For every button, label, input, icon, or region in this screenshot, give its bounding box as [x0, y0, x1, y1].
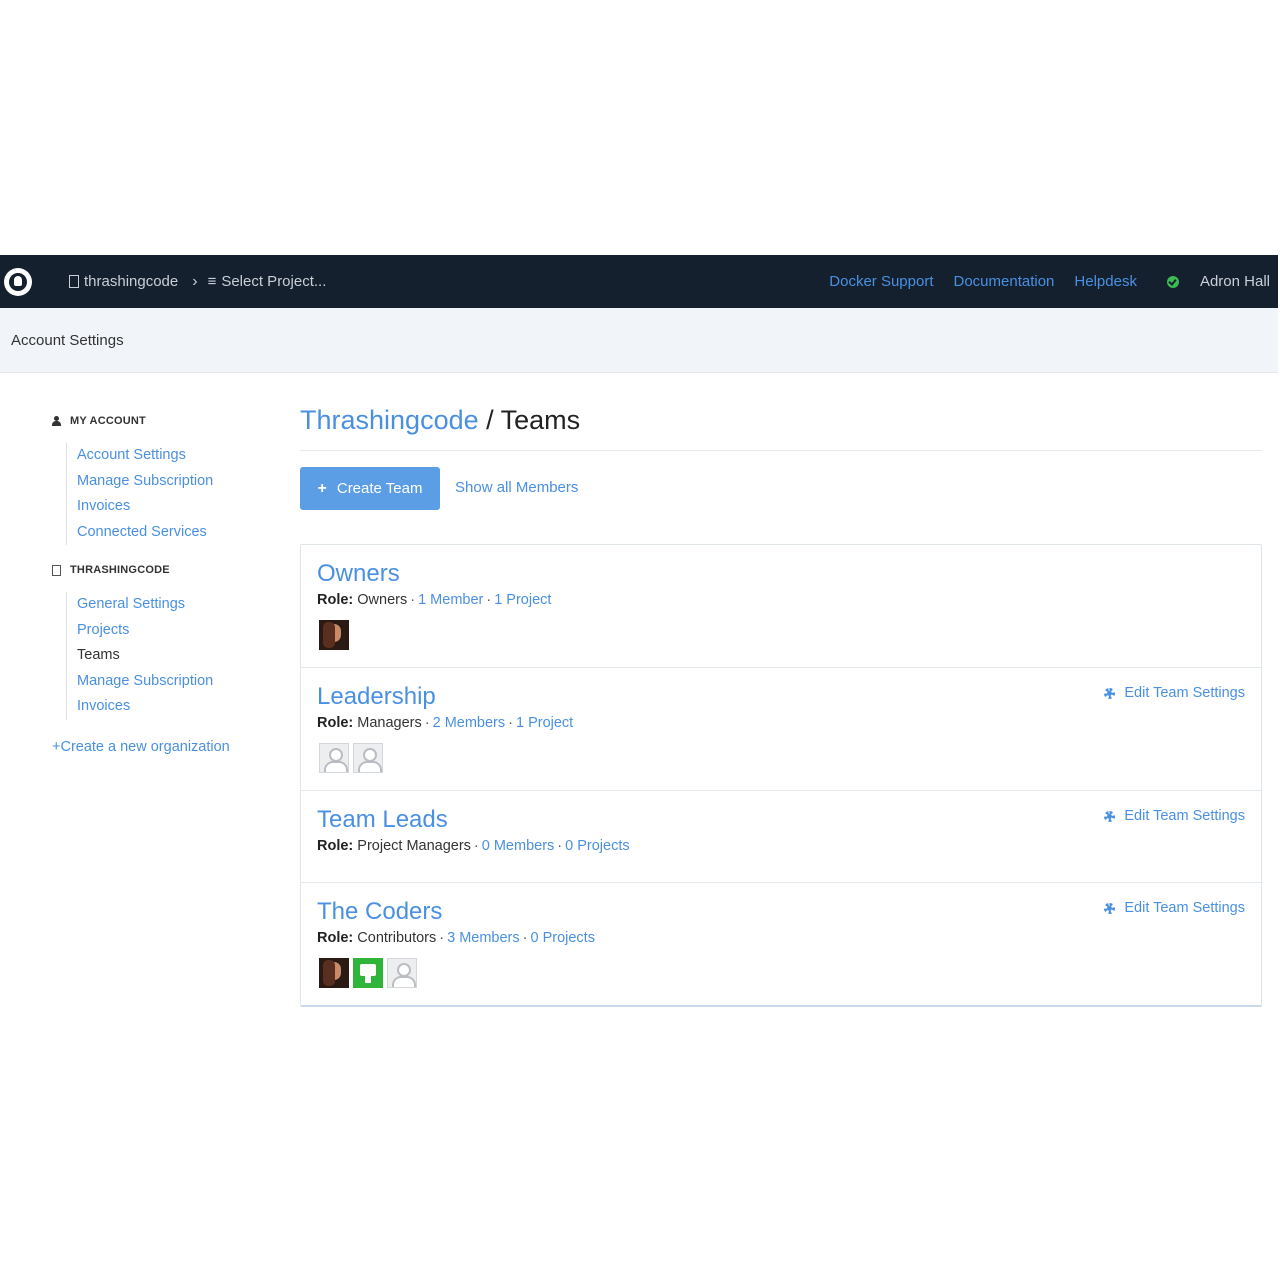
gear-icon	[1104, 687, 1116, 699]
projects-link[interactable]: 1 Project	[494, 592, 551, 608]
status-ok-icon	[1166, 275, 1179, 288]
building-icon	[69, 275, 79, 288]
documentation-link[interactable]: Documentation	[954, 273, 1055, 290]
sidebar-item-projects[interactable]: Projects	[77, 618, 213, 644]
project-selector[interactable]: ≡ Select Project...	[208, 273, 327, 290]
avatar[interactable]	[319, 743, 349, 773]
members-link[interactable]: 1 Member	[418, 592, 483, 608]
organization-heading: THRASHINGCODE	[52, 564, 170, 576]
team-name-link[interactable]: The Coders	[317, 898, 442, 926]
edit-team-settings-label: Edit Team Settings	[1124, 808, 1245, 824]
user-icon	[52, 416, 61, 426]
role-value: Managers	[357, 715, 422, 731]
sidebar-item-teams[interactable]: Teams	[77, 643, 213, 669]
org-breadcrumb[interactable]: thrashingcode	[69, 273, 178, 290]
team-role-line: Role: Managers · 2 Members · 1 Project	[317, 715, 573, 731]
team-name-link[interactable]: Leadership	[317, 683, 436, 711]
top-navbar: thrashingcode › ≡ Select Project... Dock…	[0, 255, 1278, 308]
projects-link[interactable]: 0 Projects	[565, 838, 629, 854]
page-title-section: / Teams	[478, 405, 581, 435]
team-name-link[interactable]: Team Leads	[317, 806, 448, 834]
separator-dot: ·	[473, 838, 479, 854]
sidebar-item-manage-subscription[interactable]: Manage Subscription	[77, 469, 213, 495]
separator-dot: ·	[410, 592, 416, 608]
team-card-team-leads: Team Leads Edit Team Settings Role: Proj…	[301, 791, 1261, 883]
page-subheader: Account Settings	[0, 308, 1278, 373]
app-logo-icon[interactable]	[4, 267, 32, 296]
avatar[interactable]	[319, 620, 349, 650]
role-value: Project Managers	[357, 838, 471, 854]
member-avatars	[319, 958, 421, 988]
docker-support-link[interactable]: Docker Support	[829, 273, 933, 290]
team-name-link[interactable]: Owners	[317, 560, 400, 588]
edit-team-settings-link[interactable]: Edit Team Settings	[1104, 900, 1245, 916]
team-card-leadership: Leadership Edit Team Settings Role: Mana…	[301, 668, 1261, 791]
separator-dot: ·	[508, 715, 513, 731]
team-card-the-coders: The Coders Edit Team Settings Role: Cont…	[301, 883, 1261, 1005]
create-team-button[interactable]: + Create Team	[300, 467, 440, 510]
edit-team-settings-link[interactable]: Edit Team Settings	[1104, 685, 1245, 701]
members-link[interactable]: 3 Members	[447, 930, 520, 946]
team-role-line: Role: Owners · 1 Member · 1 Project	[317, 592, 551, 608]
separator-dot: ·	[424, 715, 430, 731]
edit-team-settings-label: Edit Team Settings	[1124, 900, 1245, 916]
role-value: Owners	[357, 592, 408, 608]
building-icon	[52, 564, 61, 576]
avatar[interactable]	[353, 958, 383, 988]
avatar[interactable]	[353, 743, 383, 773]
sidebar-item-general-settings[interactable]: General Settings	[77, 592, 213, 618]
role-label: Role:	[317, 930, 354, 946]
subheader-title: Account Settings	[11, 331, 124, 349]
separator-dot: ·	[486, 592, 492, 608]
chevron-right-icon: ›	[192, 272, 198, 290]
my-account-menu: Account Settings Manage Subscription Inv…	[66, 443, 213, 545]
role-label: Role:	[317, 838, 354, 854]
edit-team-settings-link[interactable]: Edit Team Settings	[1104, 808, 1245, 824]
edit-team-settings-label: Edit Team Settings	[1124, 685, 1245, 701]
sidebar-item-org-manage-subscription[interactable]: Manage Subscription	[77, 669, 213, 695]
org-name: thrashingcode	[84, 273, 179, 290]
plus-icon: +	[317, 479, 327, 497]
gear-icon	[1104, 810, 1116, 822]
nav-right: Docker Support Documentation Helpdesk Ad…	[809, 255, 1270, 308]
avatar[interactable]	[319, 958, 349, 988]
create-organization-label: Create a new organization	[60, 739, 230, 755]
gear-icon	[1104, 902, 1116, 914]
member-avatars	[319, 743, 387, 773]
show-all-members-link[interactable]: Show all Members	[455, 479, 578, 496]
my-account-heading-label: MY ACCOUNT	[70, 415, 146, 427]
user-menu[interactable]: Adron Hall	[1200, 273, 1270, 290]
team-role-line: Role: Contributors · 3 Members · 0 Projects	[317, 930, 595, 946]
create-team-label: Create Team	[336, 480, 423, 497]
my-account-heading: MY ACCOUNT	[52, 415, 146, 427]
separator-dot: ·	[522, 930, 528, 946]
members-link[interactable]: 0 Members	[482, 838, 555, 854]
avatar[interactable]	[387, 958, 417, 988]
organization-heading-label: THRASHINGCODE	[70, 564, 170, 576]
sidebar-item-invoices[interactable]: Invoices	[77, 494, 213, 520]
projects-link[interactable]: 1 Project	[516, 715, 573, 731]
role-value: Contributors	[357, 930, 437, 946]
page-title: Thrashingcode / Teams	[300, 405, 580, 436]
page-title-org-link[interactable]: Thrashingcode	[300, 405, 479, 435]
list-icon: ≡	[207, 273, 217, 290]
helpdesk-link[interactable]: Helpdesk	[1074, 273, 1137, 290]
teams-list: Owners Role: Owners · 1 Member · 1 Project L…	[300, 544, 1262, 1007]
projects-link[interactable]: 0 Projects	[530, 930, 594, 946]
project-select-label: Select Project...	[221, 273, 327, 290]
members-link[interactable]: 2 Members	[433, 715, 506, 731]
title-divider	[300, 450, 1262, 451]
organization-menu: General Settings Projects Teams Manage S…	[66, 592, 213, 720]
separator-dot: ·	[557, 838, 563, 854]
create-organization-link[interactable]: +Create a new organization	[52, 739, 230, 755]
sidebar-item-connected-services[interactable]: Connected Services	[77, 520, 213, 546]
role-label: Role:	[317, 592, 354, 608]
role-label: Role:	[317, 715, 354, 731]
team-role-line: Role: Project Managers · 0 Members · 0 Proje…	[317, 838, 630, 854]
sidebar-item-account-settings[interactable]: Account Settings	[77, 443, 213, 469]
sidebar-item-org-invoices[interactable]: Invoices	[77, 694, 213, 720]
separator-dot: ·	[439, 930, 445, 946]
member-avatars	[319, 620, 353, 650]
team-card-owners: Owners Role: Owners · 1 Member · 1 Project	[301, 545, 1261, 668]
